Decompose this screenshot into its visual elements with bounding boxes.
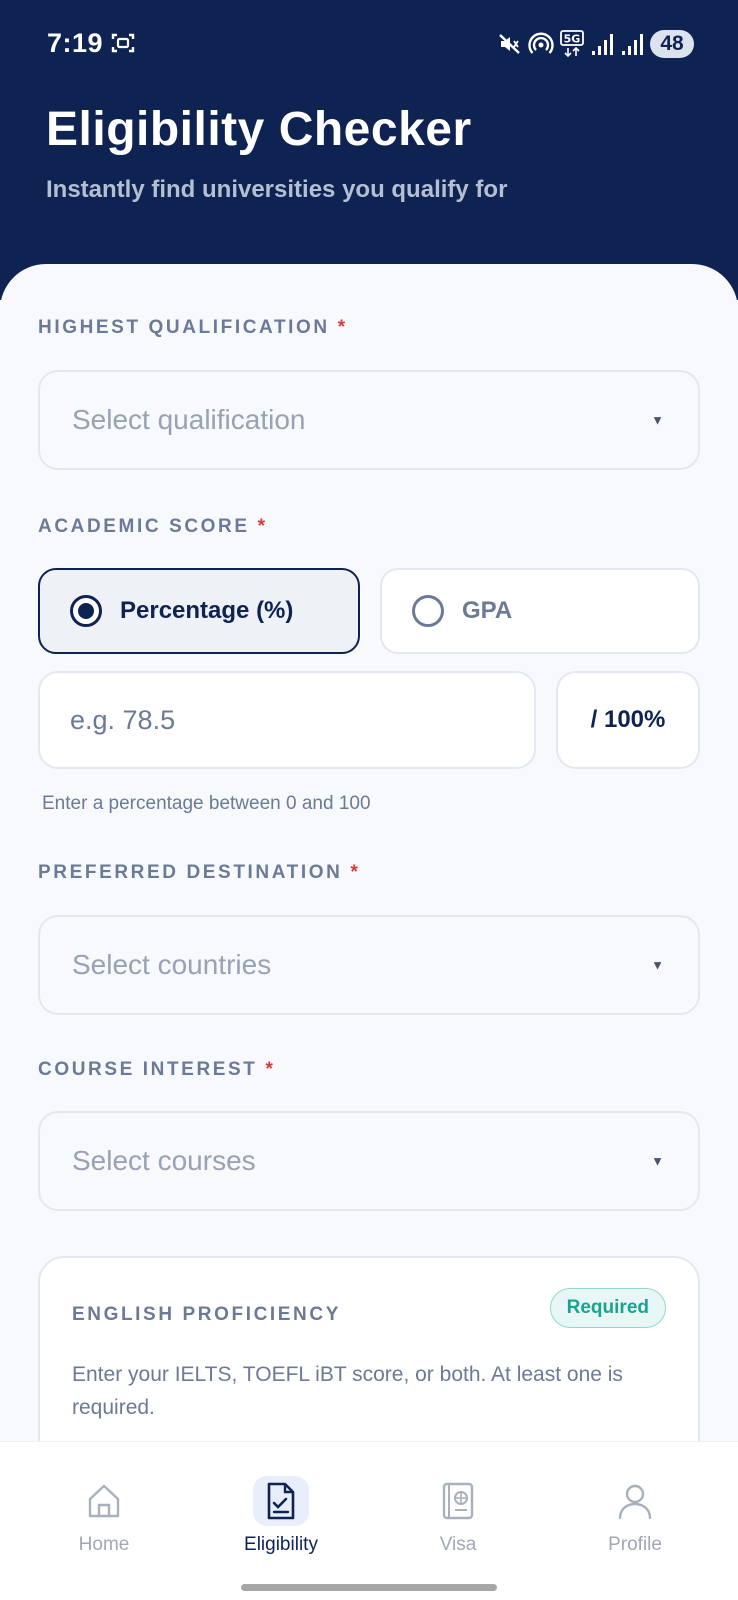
- english-proficiency-title: ENGLISH PROFICIENCY: [72, 1304, 341, 1325]
- destination-select[interactable]: Select countries ▼: [38, 915, 700, 1015]
- nav-label-home: Home: [78, 1534, 130, 1555]
- nav-item-eligibility[interactable]: Eligibility: [189, 1442, 373, 1562]
- screenshot-icon: [111, 32, 135, 54]
- status-time: 7:19: [47, 28, 104, 58]
- qualification-select[interactable]: Select qualification ▼: [38, 370, 700, 470]
- signal-icon: [590, 32, 614, 56]
- gpa-option[interactable]: GPA: [380, 568, 700, 654]
- destination-label: PREFERRED DESTINATION *: [38, 862, 358, 884]
- mute-icon: [498, 32, 522, 56]
- qualification-placeholder: Select qualification: [72, 404, 306, 435]
- checklist-icon: [253, 1476, 309, 1526]
- course-label: COURSE INTEREST *: [38, 1059, 273, 1081]
- radio-selected-icon: [70, 595, 102, 627]
- required-marker: *: [265, 1059, 273, 1080]
- score-unit: / 100%: [556, 671, 700, 769]
- nav-item-profile[interactable]: Profile: [543, 1442, 727, 1562]
- battery-indicator: 48: [650, 30, 694, 58]
- score-helper-text: Enter a percentage between 0 and 100: [42, 793, 371, 814]
- nav-item-home[interactable]: Home: [12, 1442, 196, 1562]
- academic-score-label-text: ACADEMIC SCORE: [38, 516, 250, 537]
- nav-label-eligibility: Eligibility: [244, 1534, 318, 1555]
- home-indicator[interactable]: [241, 1584, 497, 1591]
- page-subtitle: Instantly find universities you qualify …: [46, 176, 508, 203]
- academic-score-label: ACADEMIC SCORE *: [38, 516, 265, 538]
- passport-icon: [430, 1476, 486, 1526]
- nav-label-profile: Profile: [608, 1534, 662, 1555]
- course-placeholder: Select courses: [72, 1145, 256, 1176]
- required-marker: *: [350, 862, 358, 883]
- required-marker: *: [337, 317, 346, 338]
- chevron-down-icon: ▼: [651, 1153, 664, 1169]
- nav-label-visa: Visa: [439, 1534, 477, 1555]
- gpa-option-label: GPA: [462, 597, 513, 624]
- page-title: Eligibility Checker: [46, 103, 472, 156]
- score-input-box[interactable]: [38, 671, 536, 769]
- score-input[interactable]: [70, 673, 510, 767]
- required-marker: *: [257, 516, 266, 537]
- nav-item-visa[interactable]: Visa: [366, 1442, 550, 1562]
- destination-placeholder: Select countries: [72, 949, 272, 980]
- signal-icon: [620, 32, 644, 56]
- required-badge: Required: [549, 1288, 666, 1328]
- status-bar: 7:19 5G 48: [0, 0, 738, 90]
- hotspot-icon: [528, 32, 554, 56]
- destination-label-text: PREFERRED DESTINATION: [38, 862, 343, 883]
- bottom-nav: Home Eligibility Visa Profile: [0, 1441, 738, 1600]
- person-icon: [607, 1476, 663, 1526]
- chevron-down-icon: ▼: [651, 412, 664, 428]
- english-proficiency-description: Enter your IELTS, TOEFL iBT score, or bo…: [72, 1363, 623, 1419]
- status-icons: 5G 48: [498, 28, 694, 60]
- qualification-label-text: HIGHEST QUALIFICATION: [38, 317, 330, 338]
- home-icon: [76, 1476, 132, 1526]
- radio-unselected-icon: [412, 595, 444, 627]
- app-header: 7:19 5G 48 Eligibility Checker Instantly…: [0, 0, 738, 300]
- chevron-down-icon: ▼: [651, 957, 664, 973]
- percentage-option[interactable]: Percentage (%): [38, 568, 360, 654]
- course-label-text: COURSE INTEREST: [38, 1059, 258, 1080]
- course-select[interactable]: Select courses ▼: [38, 1111, 700, 1211]
- network-label: 5G: [564, 33, 581, 46]
- network-5g-icon: 5G: [560, 30, 584, 58]
- qualification-label: HIGHEST QUALIFICATION *: [38, 317, 345, 339]
- percentage-option-label: Percentage (%): [120, 597, 294, 624]
